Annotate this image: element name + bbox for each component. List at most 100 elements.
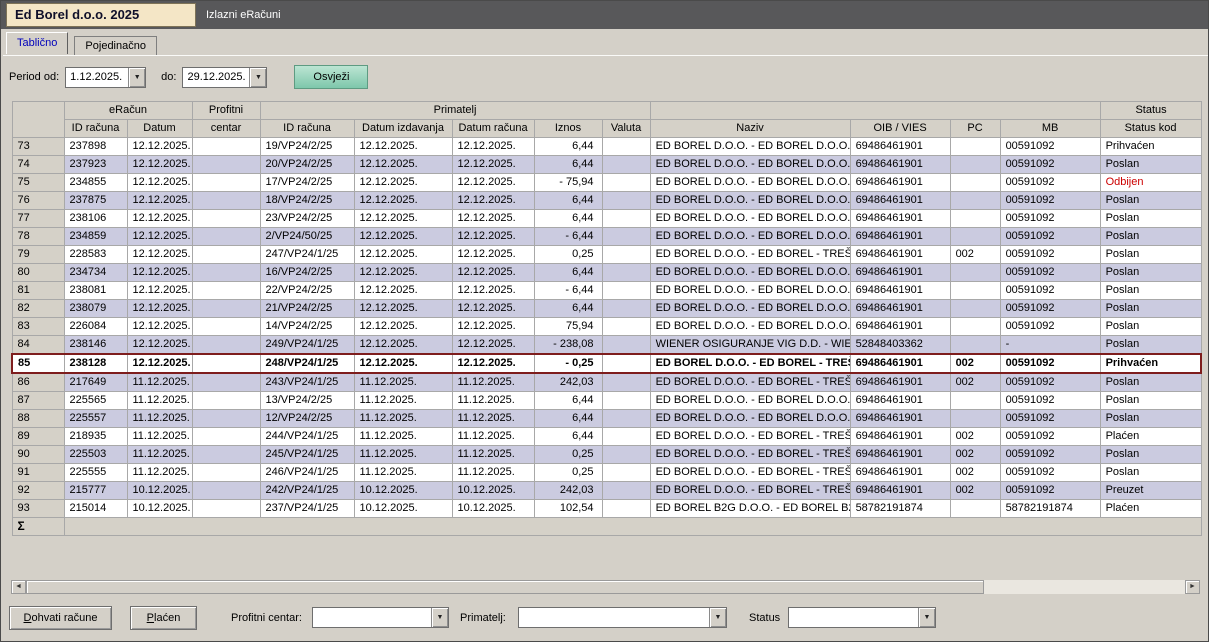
chevron-down-icon[interactable]: ▼ [709,608,726,627]
cell-oib: 69486461901 [850,192,950,210]
col-header-id-racuna[interactable]: ID računa [64,120,127,138]
table-row[interactable]: 8921893511.12.2025.244/VP24/1/2511.12.20… [12,428,1201,446]
cell-datum_rac: 12.12.2025. [452,174,534,192]
table-row[interactable]: 9122555511.12.2025.246/VP24/1/2511.12.20… [12,464,1201,482]
titlebar: Ed Borel d.o.o. 2025 Izlazni eRačuni [1,1,1208,29]
cell-oib: 69486461901 [850,174,950,192]
col-header-naziv[interactable]: Naziv [650,120,850,138]
table-row[interactable]: 7823485912.12.2025.2/VP24/50/2512.12.202… [12,228,1201,246]
cell-id: 225557 [64,410,127,428]
table-row[interactable]: 8621764911.12.2025.243/VP24/1/2511.12.20… [12,373,1201,392]
cell-valuta [602,464,650,482]
refresh-button[interactable]: Osvježi [294,65,368,89]
scroll-left-icon[interactable]: ◄ [11,580,26,594]
cell-iznos: 6,44 [534,192,602,210]
cell-centar [192,500,260,518]
cell-datum: 12.12.2025. [127,228,192,246]
cell-mb: 00591092 [1000,410,1100,428]
cell-datum_rac: 10.12.2025. [452,482,534,500]
col-header-prim-id[interactable]: ID računa [260,120,354,138]
table-row[interactable]: 7423792312.12.2025.20/VP24/2/2512.12.202… [12,156,1201,174]
table-row[interactable]: 8322608412.12.2025.14/VP24/2/2512.12.202… [12,318,1201,336]
cell-id: 237875 [64,192,127,210]
dohvati-racune-button[interactable]: Dohvati račune [9,606,112,630]
table-row[interactable]: 7723810612.12.2025.23/VP24/2/2512.12.202… [12,210,1201,228]
cell-naziv: ED BOREL D.O.O. - ED BOREL D.O.O. [650,192,850,210]
col-header-oib[interactable]: OIB / VIES [850,120,950,138]
table-row[interactable]: 8023473412.12.2025.16/VP24/2/2512.12.202… [12,264,1201,282]
col-header-status-kod[interactable]: Status kod [1100,120,1201,138]
table-row[interactable]: 7623787512.12.2025.18/VP24/2/2512.12.202… [12,192,1201,210]
chevron-down-icon[interactable]: ▼ [249,68,266,87]
scroll-thumb[interactable] [26,580,984,594]
table-row[interactable]: 8722556511.12.2025.13/VP24/2/2511.12.202… [12,392,1201,410]
cell-iznos: 75,94 [534,318,602,336]
cell-oib: 69486461901 [850,156,950,174]
table-row[interactable]: 8123808112.12.2025.22/VP24/2/2512.12.202… [12,282,1201,300]
table-row[interactable]: 8822555711.12.2025.12/VP24/2/2511.12.202… [12,410,1201,428]
table-row[interactable]: 9221577710.12.2025.242/VP24/1/2510.12.20… [12,482,1201,500]
cell-datum_izd: 12.12.2025. [354,210,452,228]
cell-datum_izd: 11.12.2025. [354,446,452,464]
placen-button[interactable]: Plaćen [130,606,197,630]
profitni-centar-select[interactable]: ▼ [312,607,449,628]
cell-prim_id: 20/VP24/2/25 [260,156,354,174]
table-row[interactable]: 9321501410.12.2025.237/VP24/1/2510.12.20… [12,500,1201,518]
cell-valuta [602,354,650,373]
cell-datum_rac: 12.12.2025. [452,156,534,174]
chevron-down-icon[interactable]: ▼ [918,608,935,627]
period-from-select[interactable]: 1.12.2025. ▼ [65,67,146,88]
cell-id: 225555 [64,464,127,482]
cell-naziv: ED BOREL D.O.O. - ED BOREL D.O.O. [650,318,850,336]
cell-centar [192,174,260,192]
scroll-right-icon[interactable]: ► [1185,580,1200,594]
cell-pc [950,192,1000,210]
col-header-mb[interactable]: MB [1000,120,1100,138]
cell-oib: 69486461901 [850,246,950,264]
cell-datum_izd: 12.12.2025. [354,264,452,282]
profitni-centar-value [313,608,431,627]
scroll-track[interactable] [984,580,1185,594]
table-row[interactable]: 7922858312.12.2025.247/VP24/1/2512.12.20… [12,246,1201,264]
cell-valuta [602,228,650,246]
horizontal-scrollbar[interactable]: ◄ ► [11,580,1200,594]
table-row[interactable]: 8523812812.12.2025.248/VP24/1/2512.12.20… [12,354,1201,373]
cell-pc: 002 [950,482,1000,500]
cell-mb: 00591092 [1000,228,1100,246]
cell-datum_rac: 11.12.2025. [452,373,534,392]
table-row[interactable]: 7523485512.12.2025.17/VP24/2/2512.12.202… [12,174,1201,192]
table-row[interactable]: 9022550311.12.2025.245/VP24/1/2511.12.20… [12,446,1201,464]
tab-tablicno[interactable]: Tablično [6,32,68,54]
col-header-datum-racuna[interactable]: Datum računa [452,120,534,138]
cell-datum_izd: 12.12.2025. [354,138,452,156]
col-header-iznos[interactable]: Iznos [534,120,602,138]
cell-id: 238106 [64,210,127,228]
cell-datum_rac: 11.12.2025. [452,410,534,428]
col-header-pc[interactable]: PC [950,120,1000,138]
chevron-down-icon[interactable]: ▼ [128,68,145,87]
cell-oib: 69486461901 [850,138,950,156]
primatelj-select[interactable]: ▼ [518,607,727,628]
period-to-select[interactable]: 29.12.2025. ▼ [182,67,267,88]
cell-datum_rac: 11.12.2025. [452,392,534,410]
col-header-centar[interactable]: centar [192,120,260,138]
status-select[interactable]: ▼ [788,607,936,628]
table-row[interactable]: 8223807912.12.2025.21/VP24/2/2512.12.202… [12,300,1201,318]
cell-datum_rac: 11.12.2025. [452,428,534,446]
chevron-down-icon[interactable]: ▼ [431,608,448,627]
table-row[interactable]: 7323789812.12.2025.19/VP24/2/2512.12.202… [12,138,1201,156]
cell-id: 237898 [64,138,127,156]
cell-iznos: - 6,44 [534,228,602,246]
cell-num: 78 [12,228,64,246]
cell-mb: 00591092 [1000,210,1100,228]
cell-iznos: - 0,25 [534,354,602,373]
col-header-valuta[interactable]: Valuta [602,120,650,138]
cell-num: 80 [12,264,64,282]
col-header-datum-izdavanja[interactable]: Datum izdavanja [354,120,452,138]
col-header-datum[interactable]: Datum [127,120,192,138]
table-row[interactable]: 8423814612.12.2025.249/VP24/1/2512.12.20… [12,336,1201,355]
cell-prim_id: 245/VP24/1/25 [260,446,354,464]
cell-id: 234855 [64,174,127,192]
tab-pojedinacno[interactable]: Pojedinačno [74,36,157,55]
cell-iznos: 6,44 [534,264,602,282]
